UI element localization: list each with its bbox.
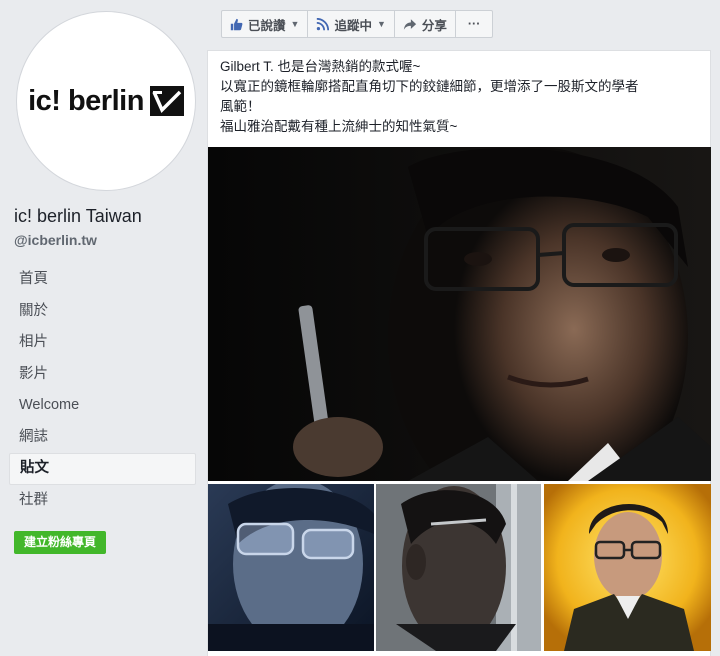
logo-mark-icon: [149, 86, 184, 116]
post-main-photo[interactable]: [208, 147, 711, 481]
post-photo-thumb[interactable]: [376, 484, 541, 651]
logo-text: ic! berlin: [28, 84, 144, 117]
nav-item-photos[interactable]: 相片: [9, 327, 196, 359]
caret-down-icon: ▼: [376, 19, 386, 29]
following-button[interactable]: 追蹤中 ▼: [307, 10, 395, 38]
post-photo-grid: [208, 484, 711, 651]
following-label: 追蹤中: [334, 18, 372, 33]
ic-berlin-logo: ic! berlin: [28, 85, 184, 118]
page-title[interactable]: ic! berlin Taiwan: [14, 206, 142, 227]
more-options-button[interactable]: ···: [454, 10, 494, 38]
post-card: Gilbert T. 也是台灣熱銷的款式喔~ 以寬正的鏡框輪廓搭配直角切下的鉸鏈…: [207, 50, 711, 656]
nav-item-about[interactable]: 關於: [9, 296, 196, 328]
page-nav: 首頁 關於 相片 影片 Welcome 網誌 貼文 社群: [9, 264, 196, 516]
nav-item-community[interactable]: 社群: [9, 485, 196, 517]
post-message: Gilbert T. 也是台灣熱銷的款式喔~ 以寬正的鏡框輪廓搭配直角切下的鉸鏈…: [220, 57, 702, 137]
liked-label: 已說讚: [248, 18, 286, 33]
page-username[interactable]: @icberlin.tw: [14, 232, 97, 248]
post-photo-thumb[interactable]: [208, 484, 374, 651]
caret-down-icon: ▼: [290, 19, 300, 29]
liked-button[interactable]: 已說讚 ▼: [221, 10, 309, 38]
more-dots-icon: ···: [467, 17, 481, 31]
post-line: 以寬正的鏡框輪廓搭配直角切下的鉸鏈細節，更增添了一股斯文的學者: [220, 79, 639, 94]
nav-item-welcome[interactable]: Welcome: [9, 390, 196, 422]
rss-follow-icon: [316, 17, 330, 31]
post-line: 福山雅治配戴有種上流紳士的知性氣質~: [220, 119, 458, 134]
share-label: 分享: [421, 18, 447, 33]
share-button[interactable]: 分享: [393, 10, 456, 38]
post-line: 風範！: [220, 99, 261, 114]
share-arrow-icon: [403, 18, 417, 31]
post-line: Gilbert T. 也是台灣熱銷的款式喔~: [220, 59, 421, 74]
page-sidebar: ic! berlin ic! berlin Taiwan @icberlin.t…: [0, 0, 207, 656]
page-action-bar: 已說讚 ▼ 追蹤中 ▼ 分享 ···: [221, 10, 494, 38]
create-page-button[interactable]: 建立粉絲專頁: [14, 531, 107, 554]
nav-item-notes[interactable]: 網誌: [9, 422, 196, 454]
nav-item-home[interactable]: 首頁: [9, 264, 196, 296]
like-thumb-icon: [230, 18, 243, 31]
post-photo-thumb[interactable]: [544, 484, 711, 651]
nav-item-videos[interactable]: 影片: [9, 359, 196, 391]
page-avatar[interactable]: ic! berlin: [17, 12, 195, 190]
nav-item-posts[interactable]: 貼文: [9, 453, 196, 485]
